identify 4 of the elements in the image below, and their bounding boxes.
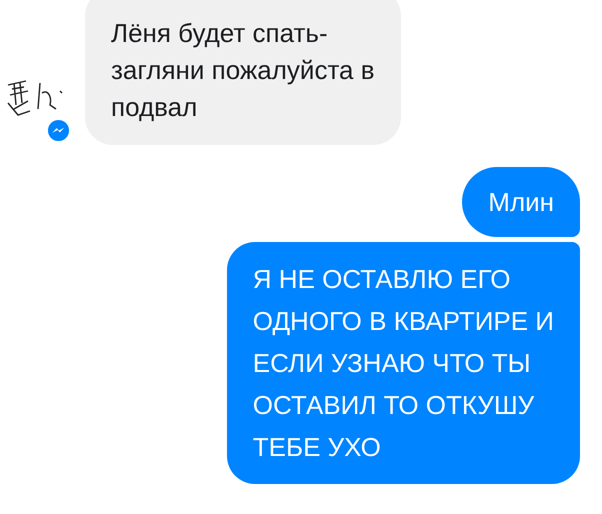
message-bubble: Я НЕ ОСТАВЛЮ ЕГО ОДНОГО В КВАРТИРЕ И ЕСЛИ УЗНАЮ ЧТО ТЫ ОСТАВИЛ ТО ОТКУШУ ТЕБЕ УХО <box>226 242 580 484</box>
message-bubble: Лёня будет спать- загляни пожалуйста в подвал <box>85 0 401 145</box>
messenger-badge-icon <box>47 119 70 142</box>
message-bubble: Млин <box>462 167 580 237</box>
